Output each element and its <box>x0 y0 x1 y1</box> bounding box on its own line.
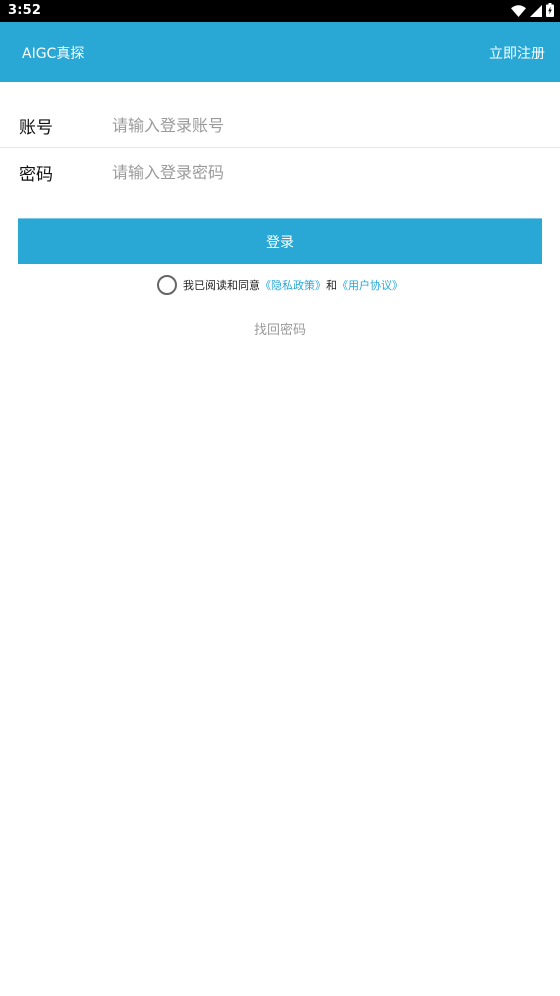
privacy-policy-link[interactable]: 《隐私政策》 <box>260 277 326 293</box>
app-bar: AIGC真探 立即注册 <box>0 22 560 82</box>
password-label: 密码 <box>19 165 53 185</box>
forgot-password-link[interactable]: 找回密码 <box>0 319 560 338</box>
status-bar: 3:52 <box>0 0 560 22</box>
login-button[interactable]: 登录 <box>18 218 542 264</box>
user-agreement-link[interactable]: 《用户协议》 <box>337 277 403 293</box>
agreement-conjunction: 和 <box>326 279 337 292</box>
agreement-radio[interactable] <box>157 275 177 295</box>
divider <box>0 147 560 148</box>
account-row: 账号 <box>0 102 560 148</box>
wifi-icon <box>511 2 526 21</box>
agreement-row: 我已阅读和同意 《隐私政策》 和 《用户协议》 <box>0 274 560 296</box>
register-button[interactable]: 立即注册 <box>489 43 545 63</box>
password-input[interactable] <box>112 157 532 187</box>
account-input[interactable] <box>112 110 532 140</box>
app-title: AIGC真探 <box>22 46 85 62</box>
agreement-prefix: 我已阅读和同意 <box>183 279 260 292</box>
battery-icon <box>546 2 554 21</box>
password-row: 密码 <box>0 149 560 195</box>
signal-icon <box>530 2 542 21</box>
status-icons <box>511 2 554 21</box>
account-label: 账号 <box>19 118 53 138</box>
status-time: 3:52 <box>8 3 42 18</box>
